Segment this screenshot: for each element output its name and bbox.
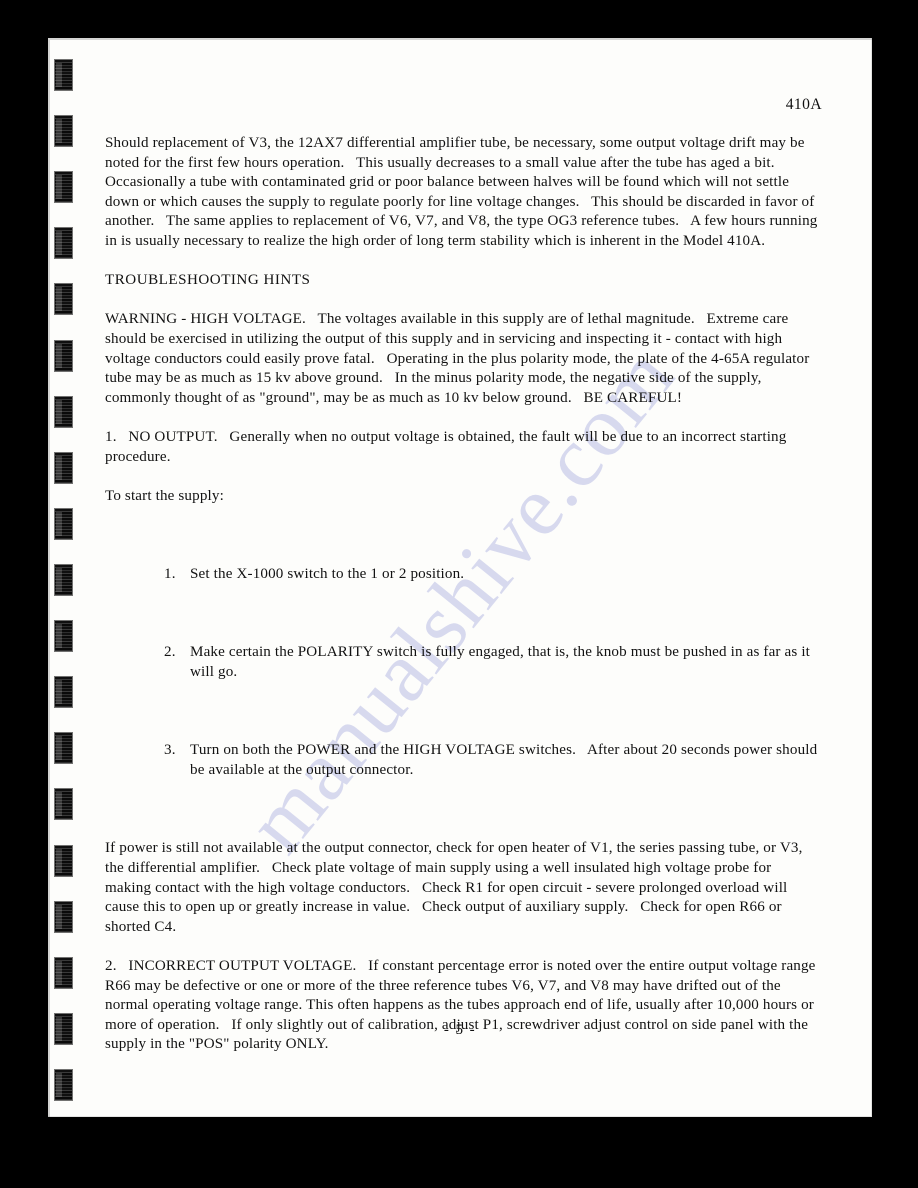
page-number-footer: - 5 - [443, 1022, 477, 1038]
page-header-model-number: 410A [785, 96, 822, 113]
heading-troubleshooting-hints: TROUBLESHOOTING HINTS [105, 272, 311, 289]
paragraph-item-1-no-output: 1. NO OUTPUT. Generally when no output v… [105, 428, 791, 465]
list-item: 1. Set the X-1000 switch to the 1 or 2 p… [105, 565, 819, 585]
list-item: 2. Make certain the POLARITY switch is f… [105, 643, 819, 682]
document-body: Should replacement of V3, the 12AX7 diff… [105, 134, 819, 1055]
list-item-text: Turn on both the POWER and the HIGH VOLT… [190, 742, 822, 778]
list-item-number: 2. [164, 644, 176, 661]
paragraph-warning-high-voltage: WARNING - HIGH VOLTAGE. The voltages ava… [105, 311, 814, 406]
list-item: 3. Turn on both the POWER and the HIGH V… [105, 741, 819, 780]
scanned-page-sheet: manualshive.com 410A Should replacement … [48, 38, 872, 1117]
list-item-text: Set the X-1000 switch to the 1 or 2 posi… [190, 566, 465, 583]
paragraph-to-start-the-supply: To start the supply: [105, 487, 224, 504]
list-item-number: 1. [164, 566, 176, 583]
page-content: 410A Should replacement of V3, the 12AX7… [48, 38, 872, 1117]
paragraph-item-2-incorrect-output-voltage: 2. INCORRECT OUTPUT VOLTAGE. If constant… [105, 957, 820, 1053]
list-item-number: 3. [164, 742, 176, 759]
paragraph-if-power-not-available: If power is still not available at the o… [105, 840, 807, 935]
list-item-text: Make certain the POLARITY switch is full… [190, 644, 814, 681]
startup-procedure-list: 1. Set the X-1000 switch to the 1 or 2 p… [105, 526, 819, 820]
paragraph-tube-replacement: Should replacement of V3, the 12AX7 diff… [105, 135, 822, 249]
